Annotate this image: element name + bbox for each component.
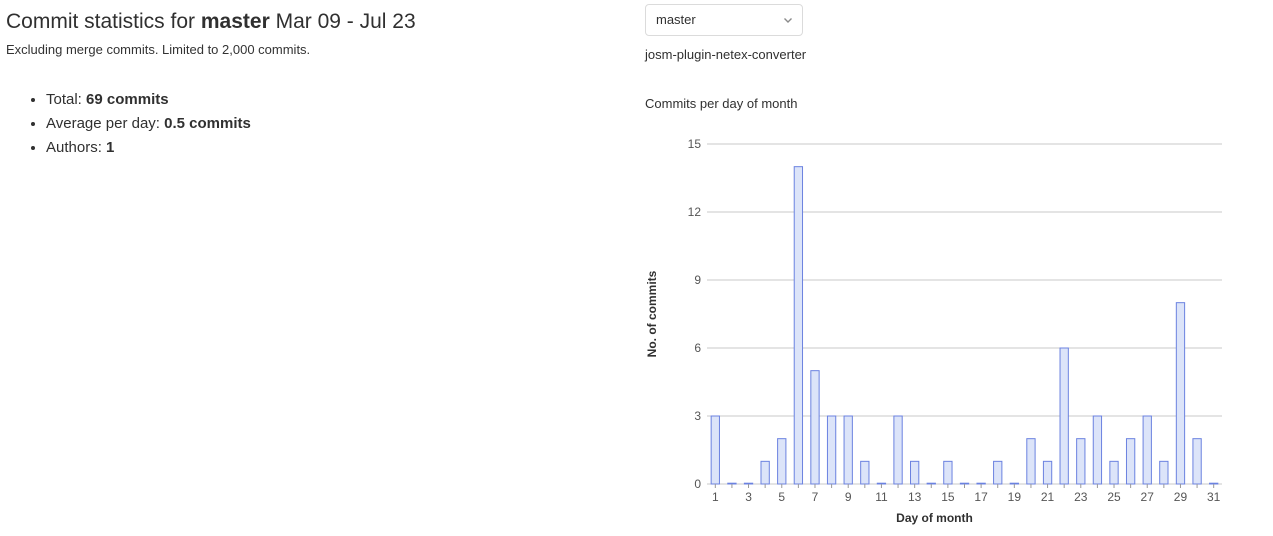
stats-list: Total: 69 commits Average per day: 0.5 c… [6,88,606,160]
bar-day-17 [976,482,986,485]
x-tick-label: 7 [812,490,819,504]
stat-average-value: 0.5 commits [164,115,251,132]
x-tick-label: 27 [1141,490,1155,504]
page-title: Commit statistics for master Mar 09 - Ju… [6,8,606,36]
bar-day-22 [1059,347,1069,485]
bar-day-21 [1042,460,1053,485]
title-date-range: Mar 09 - Jul 23 [275,10,416,33]
stat-authors-label: Authors: [46,139,102,156]
commits-bar-chart: 036912151 3 5 7 9 11 13 15 17 19 21 23 25 27 29 31Day o… [645,137,1222,525]
bar-day-30 [1192,438,1202,485]
bar-day-8 [826,415,837,485]
x-tick-label: 5 [778,490,785,504]
bar-day-19 [1009,482,1019,485]
x-tick-label: 23 [1074,490,1088,504]
x-tick-label: 9 [845,490,852,504]
y-tick-label: 15 [688,137,702,151]
stats-panel: Commit statistics for master Mar 09 - Ju… [6,8,606,160]
bar-day-2 [727,482,737,485]
bar-day-3 [743,482,754,485]
bar-day-11 [876,482,887,485]
bar-day-27 [1142,415,1152,485]
bar-day-25 [1109,460,1119,485]
bar-day-20 [1026,438,1036,485]
chart-panel: master josm-plugin-netex-converter Commi… [645,0,1265,536]
stat-authors: Authors: 1 [46,136,606,160]
branch-select-value: master [656,12,696,27]
bar-day-15 [943,460,953,485]
x-tick-label: 31 [1207,490,1221,504]
bar-day-16 [959,482,970,485]
stat-authors-value: 1 [106,139,115,156]
stat-average-label: Average per day: [46,115,160,132]
stat-total-value: 69 commits [86,91,169,108]
bar-day-6 [793,166,804,485]
bar-day-1 [710,415,720,485]
stat-average: Average per day: 0.5 commits [46,112,606,136]
stat-total-label: Total: [46,91,82,108]
y-tick-label: 0 [694,477,701,491]
x-tick-label: 17 [974,490,988,504]
bar-day-9 [843,415,853,485]
bar-day-5 [777,438,787,485]
y-tick-label: 9 [694,273,701,287]
bar-day-26 [1125,438,1136,485]
title-branch: master [200,10,270,33]
bar-day-18 [993,460,1003,485]
x-tick-label: 19 [1008,490,1022,504]
y-tick-label: 12 [688,205,702,219]
bar-day-24 [1092,415,1103,485]
bar-day-14 [926,482,936,485]
y-axis-title: No. of commits [645,270,659,357]
y-tick-label: 3 [694,409,701,423]
subtitle: Excluding merge commits. Limited to 2,00… [6,42,311,57]
stat-total: Total: 69 commits [46,88,606,112]
branch-select[interactable]: master [645,4,803,36]
bar-day-23 [1076,438,1086,485]
chevron-down-icon [784,18,792,23]
bar-day-31 [1209,482,1219,485]
x-tick-label: 29 [1174,490,1188,504]
x-tick-label: 3 [745,490,752,504]
bar-day-4 [760,460,770,485]
x-tick-label: 1 [712,490,719,504]
x-tick-label: 15 [941,490,955,504]
bar-day-7 [810,370,820,485]
bar-day-28 [1159,460,1169,485]
bar-day-13 [910,460,920,485]
bar-day-29 [1175,302,1186,485]
project-name: josm-plugin-netex-converter [645,47,807,62]
y-tick-label: 6 [694,341,701,355]
x-tick-label: 13 [908,490,922,504]
x-tick-label: 21 [1041,490,1055,504]
x-axis-title: Day of month [896,511,973,525]
bar-day-12 [893,415,903,485]
bar-day-10 [860,460,870,485]
chart-title: Commits per day of month [645,96,798,111]
x-tick-label: 25 [1107,490,1121,504]
title-prefix: Commit statistics for [6,10,196,33]
x-tick-label: 11 [875,490,888,504]
